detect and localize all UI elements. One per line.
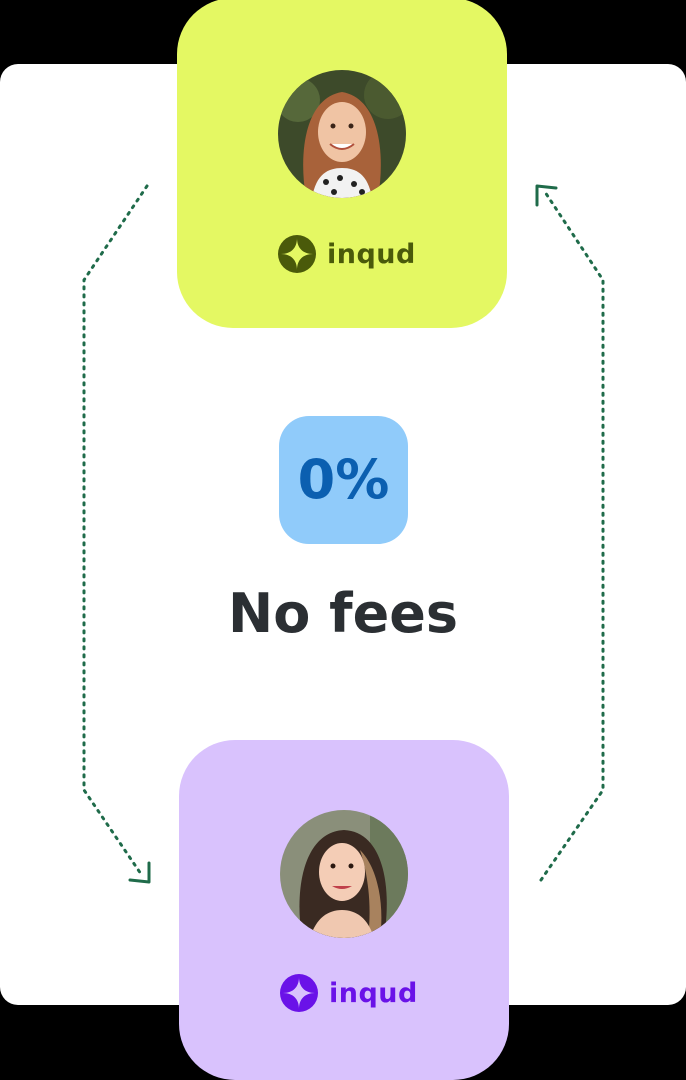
sender-avatar — [278, 70, 406, 198]
recipient-brand: inqud — [279, 973, 418, 1013]
recipient-card: inqud — [179, 740, 509, 1080]
recipient-brand-name: inqud — [329, 977, 418, 1009]
flow-path-right — [539, 190, 605, 882]
sender-brand-name: inqud — [327, 238, 416, 270]
fee-label: No fees — [228, 582, 458, 645]
sender-brand: inqud — [277, 234, 416, 274]
fee-badge: 0% — [279, 416, 408, 544]
inqud-logo-icon — [278, 235, 316, 273]
recipient-avatar — [280, 810, 408, 938]
inqud-logo-icon — [280, 974, 318, 1012]
fee-value: 0% — [297, 448, 390, 511]
sender-card: inqud — [177, 0, 507, 328]
flow-path-left — [82, 184, 149, 876]
